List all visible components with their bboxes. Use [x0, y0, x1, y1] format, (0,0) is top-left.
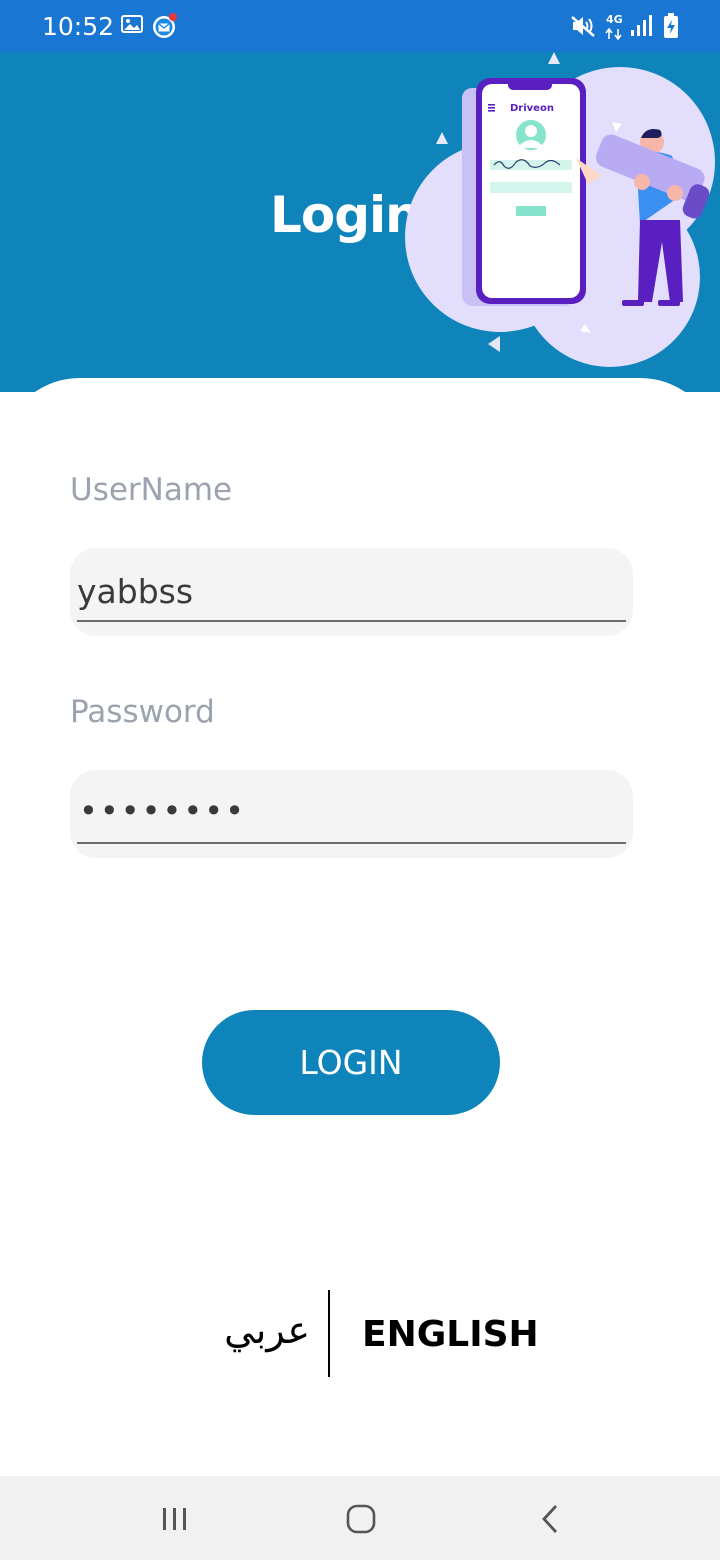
login-header: Login Driveon — [0, 52, 720, 392]
password-field[interactable]: •••••••• — [70, 770, 633, 858]
email-notification-icon — [152, 13, 178, 44]
username-underline — [77, 620, 626, 622]
illustration-brand-text: Driveon — [510, 103, 554, 114]
login-illustration: Driveon — [405, 52, 715, 367]
language-arabic-button[interactable]: عربي — [160, 1308, 310, 1352]
password-label: Password — [70, 694, 215, 730]
username-label: UserName — [70, 472, 233, 508]
username-field[interactable]: yabbss — [70, 548, 633, 636]
password-masked-value: •••••••• — [79, 792, 246, 830]
login-form-card — [0, 378, 720, 1476]
network-type-label: 4G — [606, 13, 623, 26]
username-value: yabbss — [77, 572, 194, 611]
password-underline — [77, 842, 626, 844]
status-bar: 10:52 4G — [0, 0, 720, 52]
gallery-icon — [120, 12, 144, 41]
recent-apps-icon[interactable] — [158, 1504, 192, 1534]
signal-icon — [630, 14, 652, 43]
login-button[interactable]: LOGIN — [202, 1010, 500, 1115]
language-divider — [328, 1290, 330, 1377]
data-arrows-icon — [605, 27, 623, 45]
back-icon[interactable] — [534, 1504, 568, 1534]
battery-charging-icon — [662, 12, 680, 45]
status-time: 10:52 — [42, 12, 115, 41]
navigation-bar — [0, 1476, 720, 1560]
language-english-button[interactable]: ENGLISH — [362, 1314, 539, 1355]
home-icon[interactable] — [344, 1504, 378, 1534]
mute-icon — [570, 14, 598, 43]
